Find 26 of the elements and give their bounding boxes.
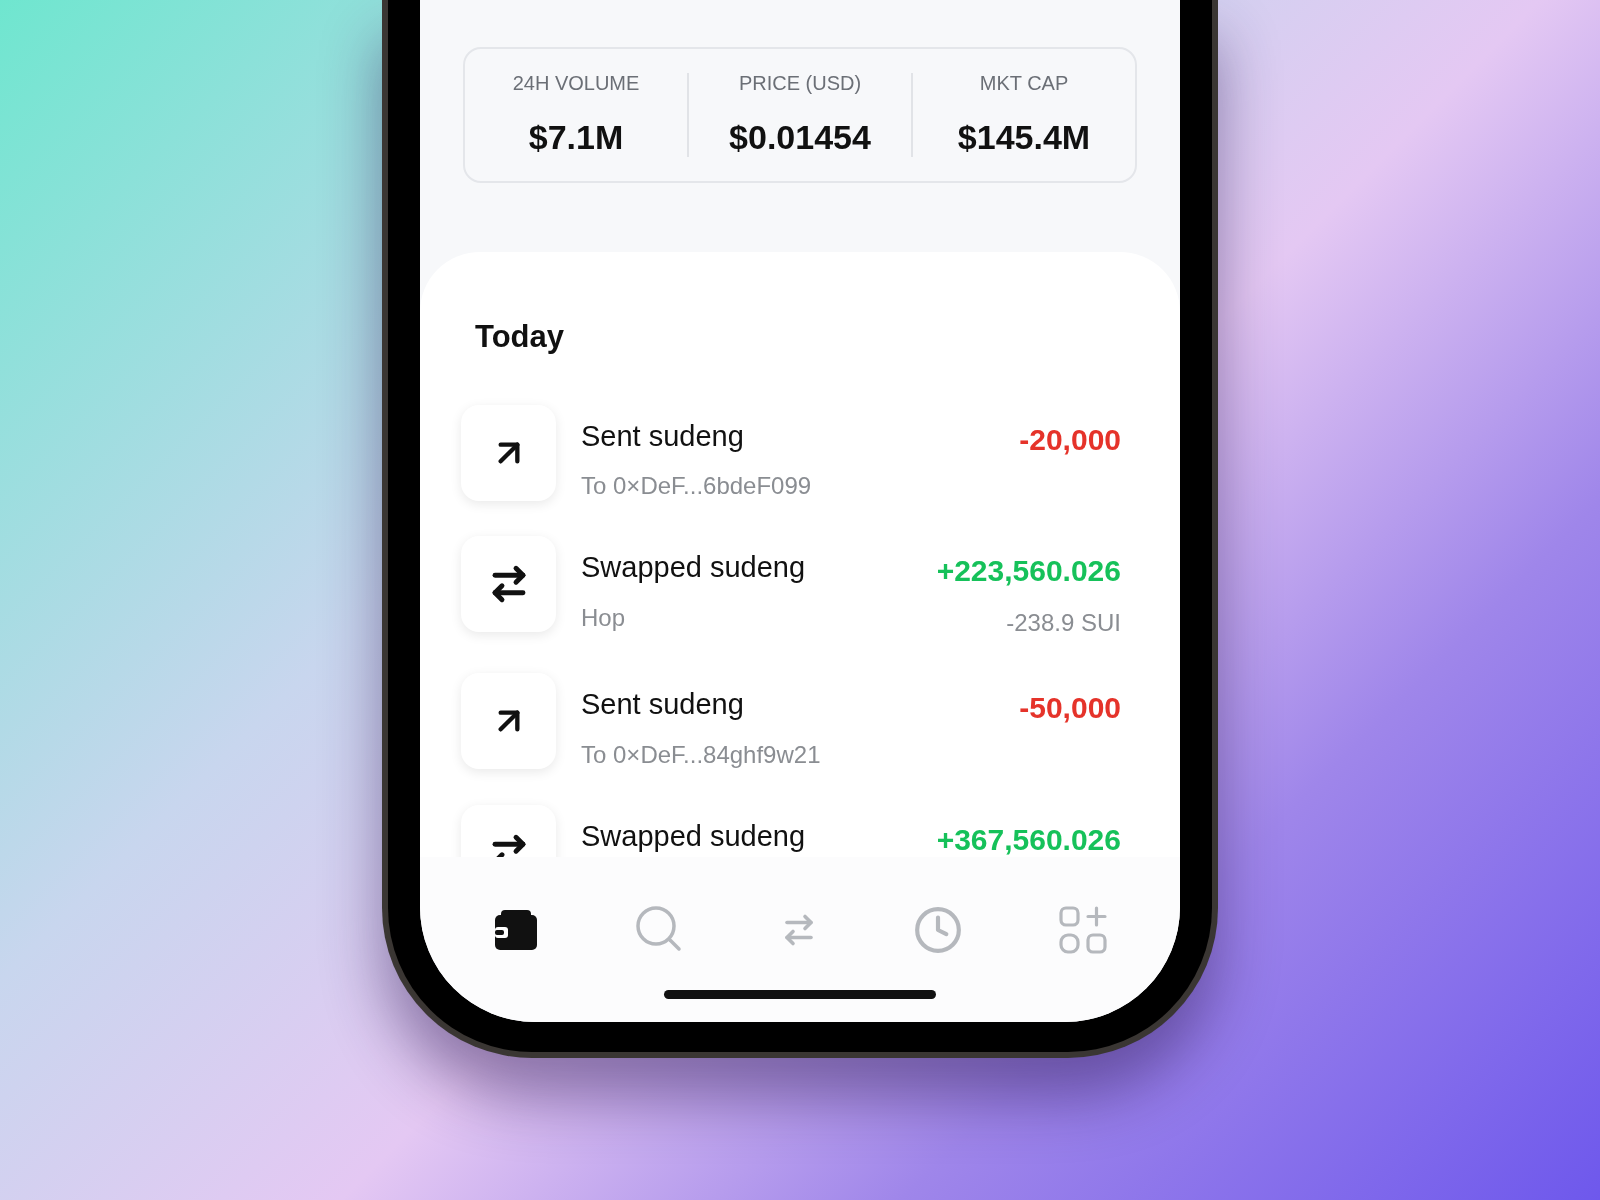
transaction-secondary-amount: -238.9 SUI <box>1006 608 1121 638</box>
stat-value: $7.1M <box>528 116 624 158</box>
transaction-subtitle: Hop <box>581 602 627 633</box>
transaction-amount: +223,560.026 <box>936 553 1121 589</box>
transaction-title: Sent sudeng <box>581 687 745 722</box>
transaction-row[interactable]: Swapped sudeng Hop +223,560.026 -238.9 SUI <box>461 536 1139 641</box>
transaction-row[interactable]: Sent sudeng To 0×DeF...84ghf9w21 -50,000 <box>461 673 1139 773</box>
transaction-amount: -50,000 <box>1019 690 1121 726</box>
stat-label: 24H VOLUME <box>512 70 640 96</box>
transaction-title: Sent sudeng <box>581 418 745 454</box>
stat-value: $0.01454 <box>729 116 871 158</box>
transaction-subtitle: To 0×DeF...6bdeF099 <box>581 471 813 501</box>
wallet-icon[interactable] <box>493 907 539 952</box>
transaction-subtitle: To 0×DeF...84ghf9w21 <box>581 739 822 770</box>
transaction-row[interactable]: Swapped sudeng +367,560.026 <box>461 804 1139 857</box>
transaction-amount: -20,000 <box>1019 421 1121 458</box>
stat-value: $145.4M <box>957 116 1091 158</box>
section-title: Today <box>474 318 565 356</box>
transaction-row[interactable]: Sent sudeng To 0×DeF...6bdeF099 -20,000 <box>461 404 1139 504</box>
stat-label: MKT CAP <box>979 70 1069 96</box>
clock-icon[interactable] <box>913 904 963 955</box>
transaction-title: Swapped sudeng <box>581 550 807 585</box>
transaction-title: Swapped sudeng <box>581 818 807 854</box>
apps-grid-icon[interactable] <box>1059 905 1107 954</box>
stat-label: PRICE (USD) <box>738 70 862 96</box>
transaction-amount: +367,560.026 <box>936 821 1121 857</box>
